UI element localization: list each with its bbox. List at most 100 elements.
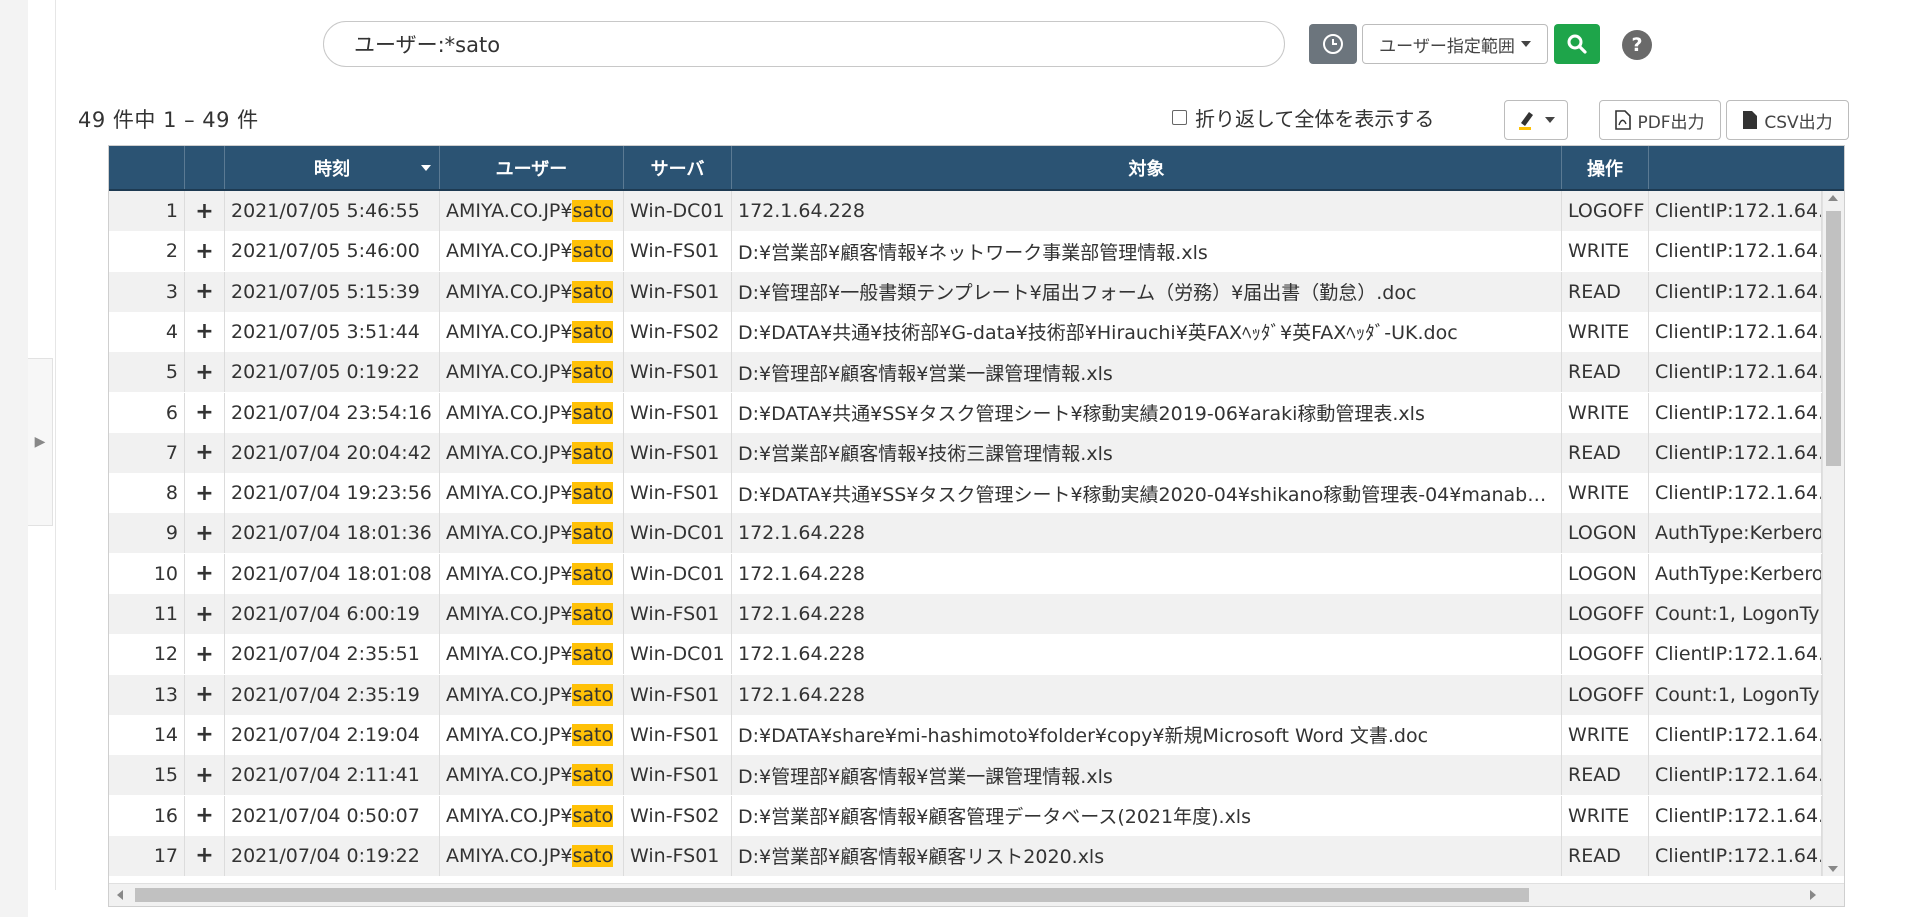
user-domain: AMIYA.CO.JP¥ bbox=[446, 683, 573, 706]
search-match-highlight: sato bbox=[572, 401, 614, 424]
cell-target: D:¥営業部¥顧客情報¥技術三課管理情報.xls bbox=[732, 432, 1562, 473]
table-row[interactable]: 14 +2021/07/04 2:19:04 AMIYA.CO.JP¥ sato Win… bbox=[109, 714, 1822, 755]
expand-row-button[interactable]: + bbox=[185, 714, 225, 755]
row-number: 14 bbox=[109, 714, 185, 755]
table-row[interactable]: 6 +2021/07/04 23:54:16 AMIYA.CO.JP¥ sato Win… bbox=[109, 392, 1822, 433]
search-match-highlight: sato bbox=[572, 482, 614, 505]
expand-row-button[interactable]: + bbox=[185, 311, 225, 352]
sidebar-expand-toggle[interactable]: ▶ bbox=[28, 358, 53, 526]
expand-row-button[interactable]: + bbox=[185, 674, 225, 715]
cell-server: Win-FS01 bbox=[624, 473, 732, 514]
cell-target: D:¥DATA¥共通¥SS¥タスク管理シート¥稼動実績2020-04¥shika… bbox=[732, 473, 1562, 514]
target-path: 172.1.64.228 bbox=[738, 603, 865, 625]
scroll-up-icon[interactable] bbox=[1828, 195, 1838, 201]
user-domain: AMIYA.CO.JP¥ bbox=[446, 482, 573, 505]
time-range-button[interactable] bbox=[1309, 24, 1357, 64]
search-match-highlight: sato bbox=[572, 361, 614, 384]
table-row[interactable]: 2 +2021/07/05 5:46:00 AMIYA.CO.JP¥ sato Win-… bbox=[109, 231, 1822, 272]
table-row[interactable]: 15 +2021/07/04 2:11:41 AMIYA.CO.JP¥ sato Win… bbox=[109, 755, 1822, 796]
search-match-highlight: sato bbox=[572, 200, 614, 222]
expand-row-button[interactable]: + bbox=[185, 231, 225, 272]
cell-detail: ClientIP:172.1.64.228 bbox=[1649, 795, 1822, 836]
vertical-scrollbar[interactable] bbox=[1822, 191, 1844, 876]
cell-time: 2021/07/05 0:19:22 bbox=[225, 352, 440, 393]
cell-server: Win-FS02 bbox=[624, 795, 732, 836]
user-domain: AMIYA.CO.JP¥ bbox=[446, 603, 573, 625]
scroll-down-icon[interactable] bbox=[1828, 866, 1838, 872]
table-row[interactable]: 13 +2021/07/04 2:35:19 AMIYA.CO.JP¥ sato Win… bbox=[109, 674, 1822, 715]
cell-user: AMIYA.CO.JP¥ sato bbox=[440, 352, 624, 393]
header-user[interactable]: ユーザー bbox=[440, 146, 624, 189]
expand-row-button[interactable]: + bbox=[185, 352, 225, 393]
user-domain: AMIYA.CO.JP¥ bbox=[446, 804, 573, 827]
table-row[interactable]: 5 +2021/07/05 0:19:22 AMIYA.CO.JP¥ sato Win-… bbox=[109, 352, 1822, 393]
expand-row-button[interactable]: + bbox=[185, 553, 225, 594]
expand-row-button[interactable]: + bbox=[185, 795, 225, 836]
range-dropdown-label: ユーザー指定範囲 bbox=[1379, 36, 1515, 57]
scroll-right-icon[interactable] bbox=[1810, 890, 1816, 900]
user-domain: AMIYA.CO.JP¥ bbox=[446, 361, 573, 384]
table-row[interactable]: 17 +2021/07/04 0:19:22 AMIYA.CO.JP¥ sato Win… bbox=[109, 835, 1822, 876]
cell-server: Win-DC01 bbox=[624, 191, 732, 231]
cell-target: D:¥DATA¥共通¥SS¥タスク管理シート¥稼動実績2019-06¥araki… bbox=[732, 392, 1562, 433]
table-row[interactable]: 7 +2021/07/04 20:04:42 AMIYA.CO.JP¥ sato Win… bbox=[109, 432, 1822, 473]
cell-detail: ClientIP:172.1.64.228 bbox=[1649, 352, 1822, 393]
expand-row-button[interactable]: + bbox=[185, 594, 225, 634]
header-server[interactable]: サーバ bbox=[624, 146, 732, 189]
cell-operation: LOGOFF bbox=[1562, 191, 1649, 231]
scroll-left-icon[interactable] bbox=[117, 890, 123, 900]
user-domain: AMIYA.CO.JP¥ bbox=[446, 401, 573, 424]
expand-row-button[interactable]: + bbox=[185, 634, 225, 675]
expand-row-button[interactable]: + bbox=[185, 473, 225, 514]
cell-detail: ClientIP:172.1.64.228 bbox=[1649, 714, 1822, 755]
cell-user: AMIYA.CO.JP¥ sato bbox=[440, 231, 624, 272]
expand-row-button[interactable]: + bbox=[185, 392, 225, 433]
range-dropdown[interactable]: ユーザー指定範囲 bbox=[1362, 24, 1548, 64]
search-bar[interactable] bbox=[323, 21, 1285, 67]
table-row[interactable]: 3 +2021/07/05 5:15:39 AMIYA.CO.JP¥ sato Win-… bbox=[109, 271, 1822, 312]
search-icon bbox=[1567, 34, 1587, 54]
header-time[interactable]: 時刻 bbox=[225, 146, 440, 189]
horizontal-scrollbar[interactable] bbox=[109, 883, 1844, 906]
user-domain: AMIYA.CO.JP¥ bbox=[446, 200, 573, 222]
wrap-label: 折り返して全体を表示する bbox=[1195, 107, 1435, 131]
expand-row-button[interactable]: + bbox=[185, 271, 225, 312]
highlight-button[interactable] bbox=[1504, 100, 1568, 140]
table-row[interactable]: 9 +2021/07/04 18:01:36 AMIYA.CO.JP¥ sato Win… bbox=[109, 513, 1822, 554]
table-row[interactable]: 10 +2021/07/04 18:01:08 AMIYA.CO.JP¥ sato Wi… bbox=[109, 553, 1822, 594]
expand-row-button[interactable]: + bbox=[185, 513, 225, 554]
cell-target: D:¥営業部¥顧客情報¥顧客管理データベース(2021年度).xls bbox=[732, 795, 1562, 836]
csv-export-button[interactable]: CSV出力 bbox=[1726, 100, 1849, 140]
expand-row-button[interactable]: + bbox=[185, 191, 225, 231]
header-target[interactable]: 対象 bbox=[732, 146, 1562, 189]
search-match-highlight: sato bbox=[572, 441, 614, 464]
target-path: D:¥DATA¥共通¥SS¥タスク管理シート¥稼動実績2020-04¥shika… bbox=[738, 483, 1556, 506]
cell-time: 2021/07/04 6:00:19 bbox=[225, 594, 440, 634]
header-operation[interactable]: 操作 bbox=[1562, 146, 1649, 189]
cell-target: D:¥管理部¥顧客情報¥営業一課管理情報.xls bbox=[732, 352, 1562, 393]
expand-row-button[interactable]: + bbox=[185, 835, 225, 876]
cell-operation: LOGOFF bbox=[1562, 594, 1649, 634]
pdf-export-button[interactable]: PDF出力 bbox=[1599, 100, 1721, 140]
wrap-text-toggle[interactable]: 折り返して全体を表示する bbox=[1172, 103, 1434, 132]
cell-target: 172.1.64.228 bbox=[732, 553, 1562, 594]
cell-server: Win-FS01 bbox=[624, 714, 732, 755]
table-row[interactable]: 4 +2021/07/05 3:51:44 AMIYA.CO.JP¥ sato Win-… bbox=[109, 311, 1822, 352]
horizontal-scroll-thumb[interactable] bbox=[135, 888, 1529, 902]
expand-row-button[interactable]: + bbox=[185, 432, 225, 473]
search-button[interactable] bbox=[1554, 24, 1600, 64]
cell-user: AMIYA.CO.JP¥ sato bbox=[440, 594, 624, 634]
vertical-scroll-thumb[interactable] bbox=[1826, 211, 1841, 466]
table-row[interactable]: 12 +2021/07/04 2:35:51 AMIYA.CO.JP¥ sato Win… bbox=[109, 634, 1822, 675]
table-row[interactable]: 16 +2021/07/04 0:50:07 AMIYA.CO.JP¥ sato Win… bbox=[109, 795, 1822, 836]
cell-user: AMIYA.CO.JP¥ sato bbox=[440, 311, 624, 352]
table-row[interactable]: 8 +2021/07/04 19:23:56 AMIYA.CO.JP¥ sato Win… bbox=[109, 473, 1822, 514]
search-input[interactable] bbox=[352, 31, 1256, 57]
table-row[interactable]: 1 +2021/07/05 5:46:55 AMIYA.CO.JP¥ sato Win-… bbox=[109, 191, 1822, 231]
target-path: 172.1.64.228 bbox=[738, 200, 865, 222]
wrap-checkbox[interactable] bbox=[1172, 110, 1187, 125]
table-row[interactable]: 11 +2021/07/04 6:00:19 AMIYA.CO.JP¥ sato Win… bbox=[109, 594, 1822, 634]
sort-desc-icon[interactable] bbox=[421, 165, 431, 171]
help-icon[interactable]: ? bbox=[1622, 30, 1652, 60]
expand-row-button[interactable]: + bbox=[185, 755, 225, 796]
